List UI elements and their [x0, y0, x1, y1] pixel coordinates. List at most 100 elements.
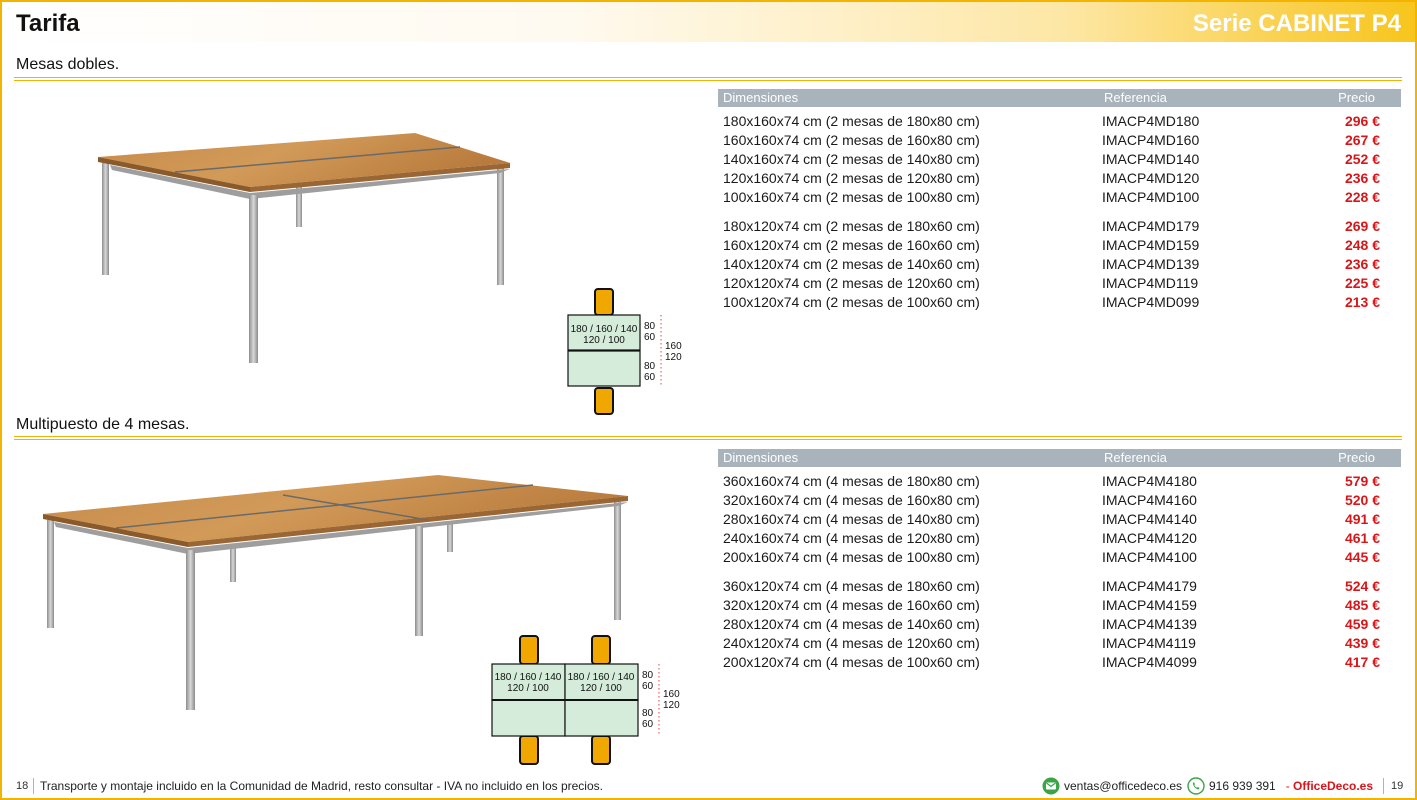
reference-cell: IMACP4MD120 [1102, 170, 1200, 186]
dimensions-cell: 280x120x74 cm (4 mesas de 140x60 cm) [723, 616, 980, 632]
header-price: Precio [1338, 90, 1375, 105]
reference-cell: IMACP4MD160 [1102, 132, 1200, 148]
dimensions-cell: 320x160x74 cm (4 mesas de 160x80 cm) [723, 492, 980, 508]
footer-dash: - [1285, 779, 1290, 793]
price-cell: 228 € [1344, 189, 1380, 205]
plan-width-label: 120 / 100 [580, 683, 622, 694]
price-table-mesas-dobles: Dimensiones Referencia Precio 180x160x74… [718, 89, 1401, 311]
section-divider [14, 436, 1402, 440]
price-cell: 579 € [1344, 473, 1380, 489]
chair-icon [594, 288, 614, 316]
price-cell: 491 € [1344, 511, 1380, 527]
plan-total-label: 120 [663, 700, 680, 711]
dimensions-cell: 200x160x74 cm (4 mesas de 100x80 cm) [723, 549, 980, 565]
table-row: 200x160x74 cm (4 mesas de 100x80 cm) IMAC… [718, 547, 1401, 566]
plan-depth-label: 80 [644, 321, 656, 332]
header-reference: Referencia [1104, 90, 1167, 105]
price-cell: 267 € [1344, 132, 1380, 148]
reference-cell: IMACP4MD140 [1102, 151, 1200, 167]
footer-note: Transporte y montaje incluido en la Comu… [40, 779, 603, 793]
price-cell: 236 € [1344, 256, 1380, 272]
dimensions-cell: 320x120x74 cm (4 mesas de 160x60 cm) [723, 597, 980, 613]
price-cell: 225 € [1344, 275, 1380, 291]
reference-cell: IMACP4M4120 [1102, 530, 1197, 546]
table-row: 120x120x74 cm (2 mesas de 120x60 cm) IMAC… [718, 273, 1401, 292]
header-dimensions: Dimensiones [723, 450, 799, 465]
price-cell: 417 € [1344, 654, 1380, 670]
dimensions-cell: 120x120x74 cm (2 mesas de 120x60 cm) [723, 275, 980, 291]
reference-cell: IMACP4MD099 [1102, 294, 1200, 310]
section-title-multipuesto: Multipuesto de 4 mesas. [16, 416, 190, 433]
table-row: 360x160x74 cm (4 mesas de 180x80 cm) IMAC… [718, 471, 1401, 490]
dimensions-cell: 100x120x74 cm (2 mesas de 100x60 cm) [723, 294, 980, 310]
reference-cell: IMACP4M4139 [1102, 616, 1197, 632]
reference-cell: IMACP4M4159 [1102, 597, 1197, 613]
table-header: Dimensiones Referencia Precio [718, 449, 1401, 467]
reference-cell: IMACP4M4119 [1102, 635, 1196, 651]
brand-link[interactable]: OfficeDeco.es [1293, 779, 1373, 793]
email-text: ventas@officedeco.es [1064, 779, 1183, 793]
table-row: 160x120x74 cm (2 mesas de 160x60 cm) IMAC… [718, 235, 1401, 254]
reference-cell: IMACP4M4140 [1102, 511, 1197, 527]
price-table-multipuesto: Dimensiones Referencia Precio 360x160x74… [718, 449, 1401, 671]
page-title: Tarifa [16, 10, 80, 37]
chair-icon [594, 387, 614, 415]
price-cell: 459 € [1344, 616, 1380, 632]
table-row: 160x160x74 cm (2 mesas de 160x80 cm) IMAC… [718, 130, 1401, 149]
table-row: 200x120x74 cm (4 mesas de 100x60 cm) IMAC… [718, 652, 1401, 671]
price-cell: 439 € [1344, 635, 1380, 651]
chair-icon [519, 635, 539, 665]
price-cell: 485 € [1344, 597, 1380, 613]
price-cell: 213 € [1344, 294, 1380, 310]
table-row: 100x160x74 cm (2 mesas de 100x80 cm) IMAC… [718, 187, 1401, 206]
table-row: 180x120x74 cm (2 mesas de 180x60 cm) IMAC… [718, 216, 1401, 235]
reference-cell: IMACP4M4099 [1102, 654, 1197, 670]
header-reference: Referencia [1104, 450, 1167, 465]
section-title-mesas-dobles: Mesas dobles. [16, 56, 120, 73]
plan-width-label: 180 / 160 / 140 [495, 672, 562, 683]
footer-divider [1383, 778, 1384, 794]
phone-text: 916 939 391 [1209, 779, 1276, 793]
plan-depth-label: 60 [642, 681, 654, 692]
table-row: 180x160x74 cm (2 mesas de 180x80 cm) IMAC… [718, 111, 1401, 130]
price-cell: 269 € [1344, 218, 1380, 234]
table-row: 240x160x74 cm (4 mesas de 120x80 cm) IMAC… [718, 528, 1401, 547]
plan-depth-label: 80 [644, 361, 656, 372]
dimensions-cell: 120x160x74 cm (2 mesas de 120x80 cm) [723, 170, 980, 186]
dimensions-cell: 280x160x74 cm (4 mesas de 140x80 cm) [723, 511, 980, 527]
table-row: 120x160x74 cm (2 mesas de 120x80 cm) IMAC… [718, 168, 1401, 187]
plan-depth-label: 80 [642, 708, 654, 719]
price-cell: 520 € [1344, 492, 1380, 508]
dimensions-cell: 100x160x74 cm (2 mesas de 100x80 cm) [723, 189, 980, 205]
dimensions-cell: 180x160x74 cm (2 mesas de 180x80 cm) [723, 113, 980, 129]
chair-icon [519, 735, 539, 765]
plan-depth-label: 80 [642, 670, 654, 681]
reference-cell: IMACP4MD139 [1102, 256, 1200, 272]
reference-cell: IMACP4MD179 [1102, 218, 1200, 234]
chair-icon [591, 635, 611, 665]
plan-width-label: 180 / 160 / 140 [571, 324, 638, 335]
page-number-right: 19 [1391, 780, 1404, 792]
table-row: 140x120x74 cm (2 mesas de 140x60 cm) IMAC… [718, 254, 1401, 273]
price-cell: 248 € [1344, 237, 1380, 253]
dimensions-cell: 160x120x74 cm (2 mesas de 160x60 cm) [723, 237, 980, 253]
reference-cell: IMACP4MD180 [1102, 113, 1200, 129]
price-cell: 236 € [1344, 170, 1380, 186]
dimensions-cell: 240x160x74 cm (4 mesas de 120x80 cm) [723, 530, 980, 546]
footer-phone[interactable]: 916 939 391 - [1187, 776, 1290, 796]
chair-icon [591, 735, 611, 765]
table-row: 140x160x74 cm (2 mesas de 140x80 cm) IMAC… [718, 149, 1401, 168]
reference-cell: IMACP4MD159 [1102, 237, 1200, 253]
double-desk-image [98, 133, 510, 363]
plan-width-label: 120 / 100 [583, 335, 625, 346]
plan-total-label: 160 [665, 341, 682, 352]
double-desk-floor-plan: 180 / 160 / 140 120 / 100 80 60 80 60 16… [567, 288, 682, 415]
phone-icon [1187, 777, 1205, 795]
section-divider [14, 77, 1402, 81]
email-icon [1042, 777, 1060, 795]
plan-width-label: 180 / 160 / 140 [568, 672, 635, 683]
footer-email[interactable]: ventas@officedeco.es [1042, 776, 1182, 796]
price-cell: 252 € [1344, 151, 1380, 167]
price-cell: 296 € [1344, 113, 1380, 129]
series-title: Serie CABINET P4 [1192, 10, 1401, 37]
